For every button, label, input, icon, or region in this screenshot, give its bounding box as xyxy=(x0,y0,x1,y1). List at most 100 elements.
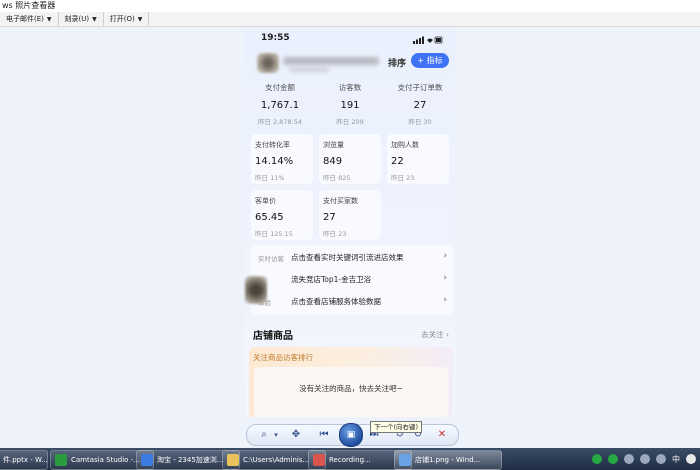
card-label: 支付转化率 xyxy=(255,141,290,149)
link-text: 点击查看店铺服务体验数据 xyxy=(291,297,381,306)
camtasia-icon xyxy=(55,454,67,466)
card-value: 22 xyxy=(391,156,404,167)
card-value: 65.45 xyxy=(255,212,284,223)
card-yesterday: 昨日 11% xyxy=(255,174,285,182)
followed-goods-panel: 关注商品访客排行 没有关注的商品，快去关注吧~ xyxy=(249,347,453,417)
chevron-down-icon[interactable]: ▾ xyxy=(269,428,283,442)
card-yesterday: 昨日 825 xyxy=(323,174,351,182)
go-follow-label: 去关注 xyxy=(421,330,444,339)
stat-yesterday: 昨日 209 xyxy=(336,118,364,126)
menu-open[interactable]: 打开(O) ▼ xyxy=(104,12,150,26)
link-text: 点击查看实时关键词引流进店效果 xyxy=(291,253,404,262)
network-icon[interactable] xyxy=(624,454,634,464)
wechat-icon[interactable] xyxy=(592,454,602,464)
task-label: C:\Users\Adminis... xyxy=(243,456,310,464)
stat-payment-amount[interactable]: 支付金额 1,767.1 昨日 2,878.54 xyxy=(245,82,315,128)
stat-value: 1,767.1 xyxy=(260,100,300,111)
wechat-icon[interactable] xyxy=(608,454,618,464)
fit-icon[interactable]: ✥ xyxy=(289,428,303,442)
recording-icon xyxy=(313,454,325,466)
card-yesterday: 昨日 125.15 xyxy=(255,230,293,238)
chevron-right-icon: › xyxy=(446,330,449,339)
link-service-experience[interactable]: 体验 点击查看店铺服务体验数据 › xyxy=(251,291,453,311)
ime-icon[interactable] xyxy=(686,454,696,464)
stat-label: 支付子订单数 xyxy=(397,83,443,92)
link-realtime-visitors[interactable]: 实时访客 点击查看实时关键词引流进店效果 › xyxy=(251,247,453,267)
shop-avatar xyxy=(257,53,279,73)
card-label: 支付买家数 xyxy=(323,197,358,205)
followed-goods-title: 关注商品访客排行 xyxy=(253,353,313,362)
card-value: 14.14% xyxy=(255,156,294,167)
blurred-avatar xyxy=(245,276,267,304)
empty-state-message: 没有关注的商品，快去关注吧~ xyxy=(254,367,448,417)
stat-visitors[interactable]: 访客数 191 昨日 209 xyxy=(315,82,385,128)
card-value: 27 xyxy=(323,212,336,223)
task-photo-viewer[interactable]: 店铺1.png - Wind... xyxy=(394,450,502,470)
stat-yesterday: 昨日 30 xyxy=(408,118,432,126)
link-tag: 实时访客 xyxy=(258,255,284,263)
delete-icon[interactable]: ✕ xyxy=(435,428,449,442)
browser-icon xyxy=(141,454,153,466)
task-label: Recording... xyxy=(329,456,371,464)
top-stats: 支付金额 1,767.1 昨日 2,878.54 访客数 191 昨日 209 … xyxy=(245,82,455,128)
slideshow-icon[interactable]: ▣ xyxy=(339,423,363,447)
shop-name-blurred xyxy=(283,57,379,65)
card-value: 849 xyxy=(323,156,343,167)
previous-icon[interactable]: ⏮ xyxy=(317,428,331,442)
card-conversion-rate[interactable]: 支付转化率 14.14% 昨日 11% xyxy=(251,134,313,184)
status-time: 19:55 xyxy=(261,33,290,43)
task-label: 淘宝 - 2345加速浏... xyxy=(157,456,224,464)
link-lost-competitor[interactable]: 流失竞店Top1-金吉卫浴 › xyxy=(251,269,453,289)
menu-burn-label: 刻录(U) xyxy=(64,15,90,23)
menu-email-label: 电子邮件(E) xyxy=(6,15,44,23)
window-title: ws 照片查看器 xyxy=(2,1,56,10)
card-avg-order-value[interactable]: 客单价 65.45 昨日 125.15 xyxy=(251,190,313,240)
photo-viewer-icon xyxy=(399,454,411,466)
card-label: 客单价 xyxy=(255,197,276,205)
system-tray: 中 xyxy=(592,452,696,466)
card-page-views[interactable]: 浏览量 849 昨日 825 xyxy=(319,134,381,184)
stat-yesterday: 昨日 2,878.54 xyxy=(257,118,302,126)
volume-icon[interactable] xyxy=(640,454,650,464)
link-text: 流失竞店Top1-金吉卫浴 xyxy=(291,275,372,284)
stat-label: 访客数 xyxy=(338,83,362,92)
tooltip-next: 下一个(向右键) xyxy=(370,421,423,433)
chevron-down-icon: ▼ xyxy=(46,16,52,23)
chevron-down-icon: ▼ xyxy=(92,16,97,23)
menu-burn[interactable]: 刻录(U) ▼ xyxy=(59,12,104,26)
stat-label: 支付金额 xyxy=(265,83,295,92)
signal-wifi-battery-icon xyxy=(413,36,443,44)
insight-links: 实时访客 点击查看实时关键词引流进店效果 › 流失竞店Top1-金吉卫浴 › 体… xyxy=(251,245,453,315)
card-yesterday: 昨日 23 xyxy=(323,230,347,238)
ime-indicator[interactable]: 中 xyxy=(672,454,680,465)
sort-button[interactable]: 排序 xyxy=(388,56,406,69)
chevron-right-icon: › xyxy=(443,251,447,261)
card-label: 浏览量 xyxy=(323,141,344,149)
chevron-right-icon: › xyxy=(443,273,447,283)
folder-icon xyxy=(227,454,239,466)
card-paying-buyers[interactable]: 支付买家数 27 昨日 23 xyxy=(319,190,381,240)
task-pptx[interactable]: 件.pptx - W... xyxy=(0,450,48,470)
card-add-to-cart[interactable]: 加购人数 22 昨日 23 xyxy=(387,134,449,184)
stat-value: 191 xyxy=(340,100,360,111)
chevron-down-icon: ▼ xyxy=(137,16,143,23)
go-follow-link[interactable]: 去关注 › xyxy=(421,329,449,340)
task-label: 店铺1.png - Wind... xyxy=(415,456,481,464)
menu-email[interactable]: 电子邮件(E) ▼ xyxy=(0,12,59,26)
add-metric-button[interactable]: + 指标 xyxy=(411,53,449,68)
task-label: 件.pptx - W... xyxy=(3,456,48,464)
viewer-toolbar: ⌕ ▾ ✥ ⏮ ▣ ⏭ ↺ ↻ ✕ xyxy=(246,423,459,447)
window-title-bar: ws 照片查看器 xyxy=(0,0,700,12)
card-label: 加购人数 xyxy=(391,141,419,149)
shop-header: 排序 + 指标 xyxy=(245,51,455,75)
section-title-shop-goods: 店铺商品 xyxy=(253,331,293,342)
phone-screenshot: 19:55 排序 + 指标 支付金额 1,767.1 昨日 2,878.54 访… xyxy=(245,27,455,417)
menu-open-label: 打开(O) xyxy=(109,15,135,23)
shop-subtitle-blurred xyxy=(289,67,329,72)
stat-value: 27 xyxy=(413,100,427,111)
taskbar: 件.pptx - W... Camtasia Studio -... 淘宝 - … xyxy=(0,448,700,470)
phone-status-bar: 19:55 xyxy=(245,33,455,47)
menu-bar: 电子邮件(E) ▼ 刻录(U) ▼ 打开(O) ▼ xyxy=(0,12,700,27)
stat-sub-orders[interactable]: 支付子订单数 27 昨日 30 xyxy=(385,82,455,128)
speaker-icon[interactable] xyxy=(656,454,666,464)
